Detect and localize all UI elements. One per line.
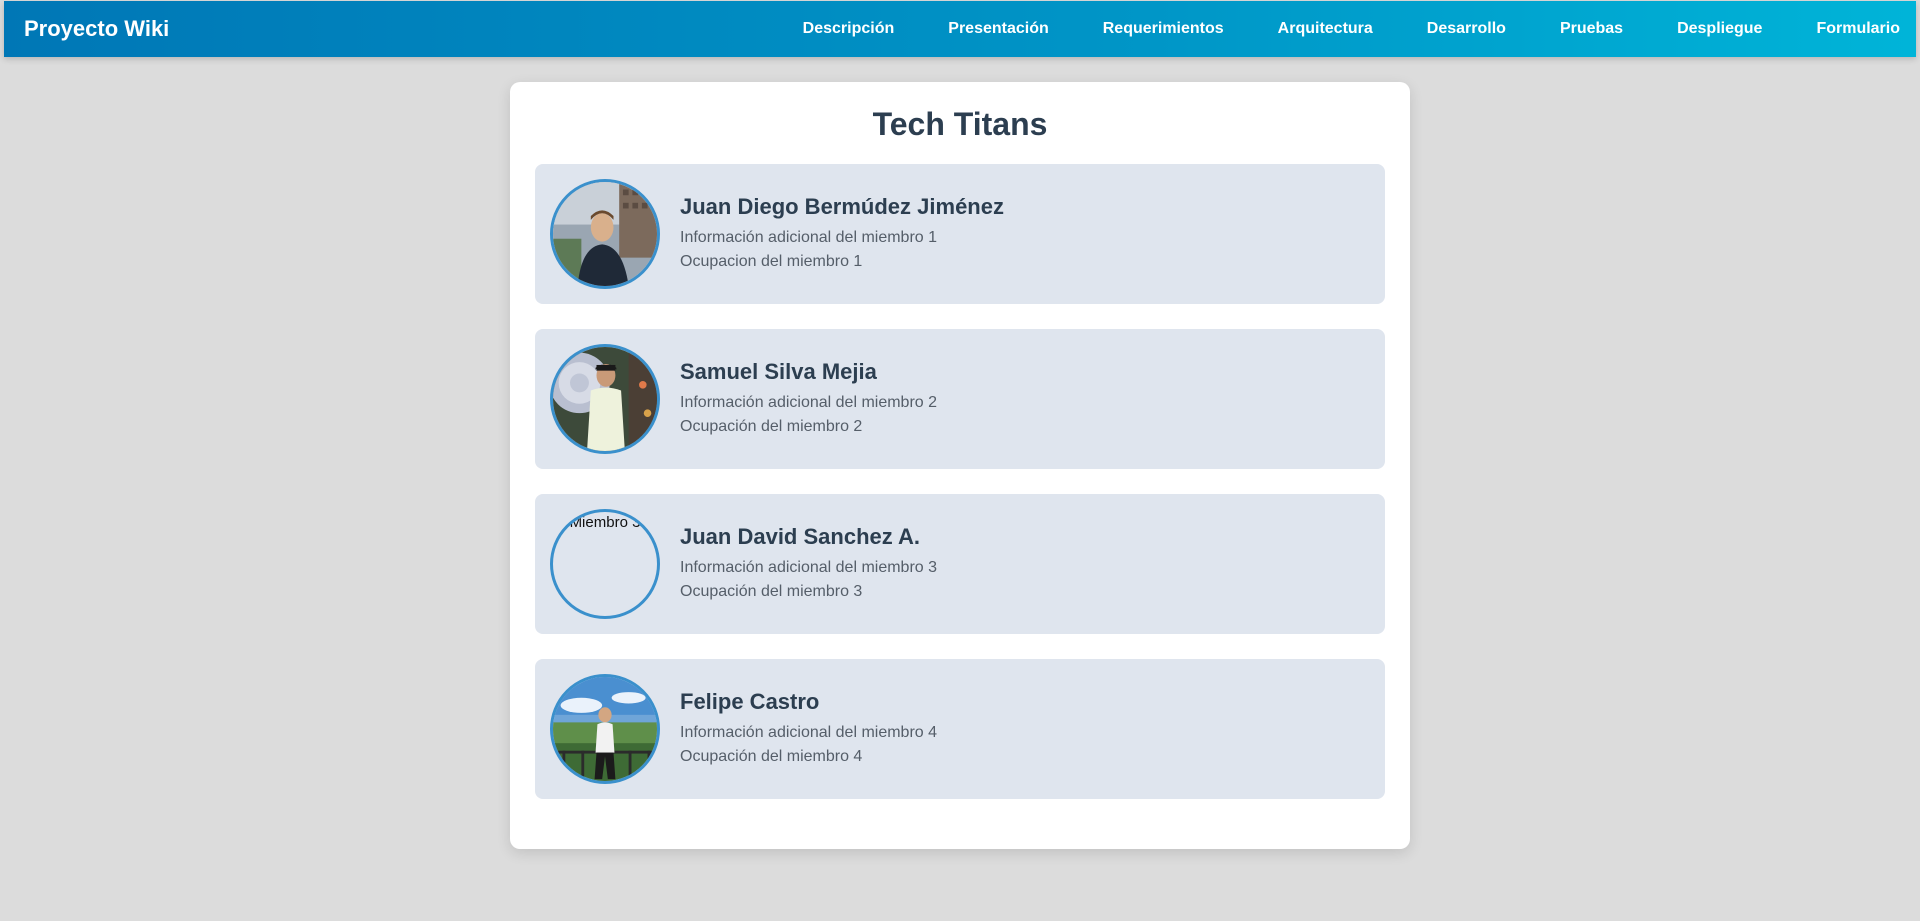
brand-logo[interactable]: Proyecto Wiki — [24, 16, 169, 42]
member-role-3: Ocupación del miembro 3 — [680, 583, 863, 600]
member-card-1: Juan Diego Bermúdez Jiménez Información … — [535, 164, 1385, 304]
member-role-1: Ocupacion del miembro 1 — [680, 253, 863, 270]
nav-link-formulario[interactable]: Formulario — [1816, 20, 1900, 38]
member-card-3: Miembro 3 Juan David Sanchez A. Informac… — [535, 494, 1385, 634]
member-photo-3: Miembro 3 — [550, 509, 660, 619]
member-role-4: Ocupación del miembro 4 — [680, 748, 863, 765]
nav-link-presentacion[interactable]: Presentación — [948, 20, 1048, 38]
team-card: Tech Titans Juan Diego Bermúdez Jiménez … — [510, 82, 1410, 849]
member-photo-alt-3: Miembro 3 — [569, 514, 641, 531]
member-role-2: Ocupación del miembro 2 — [680, 418, 863, 435]
nav-link-descripcion[interactable]: Descripción — [803, 20, 895, 38]
member-name-2: Samuel Silva Mejia — [680, 359, 877, 384]
member-photo-1 — [550, 179, 660, 289]
member-info-3: Información adicional del miembro 3 — [680, 559, 938, 576]
team-title: Tech Titans — [872, 106, 1048, 142]
member-photo-4 — [550, 674, 660, 784]
member-info-1: Información adicional del miembro 1 — [680, 229, 938, 246]
nav-link-pruebas[interactable]: Pruebas — [1560, 20, 1623, 38]
nav-link-requerimientos[interactable]: Requerimientos — [1103, 20, 1224, 38]
nav-links: Descripción Presentación Requerimientos … — [803, 20, 1900, 38]
member-info-2: Información adicional del miembro 2 — [680, 394, 938, 411]
top-navbar: Proyecto Wiki Descripción Presentación R… — [4, 1, 1916, 57]
member-name-1: Juan Diego Bermúdez Jiménez — [680, 194, 1004, 219]
member-card-4: Felipe Castro Información adicional del … — [535, 659, 1385, 799]
member-name-3: Juan David Sanchez A. — [680, 524, 921, 549]
page: Proyecto Wiki Descripción Presentación R… — [0, 0, 1920, 921]
nav-link-despliegue[interactable]: Despliegue — [1677, 20, 1762, 38]
member-photo-2 — [550, 344, 660, 454]
member-info-4: Información adicional del miembro 4 — [680, 724, 938, 741]
member-card-2: Samuel Silva Mejia Información adicional… — [535, 329, 1385, 469]
nav-link-arquitectura[interactable]: Arquitectura — [1278, 20, 1373, 38]
nav-link-desarrollo[interactable]: Desarrollo — [1427, 20, 1506, 38]
member-name-4: Felipe Castro — [680, 689, 820, 714]
